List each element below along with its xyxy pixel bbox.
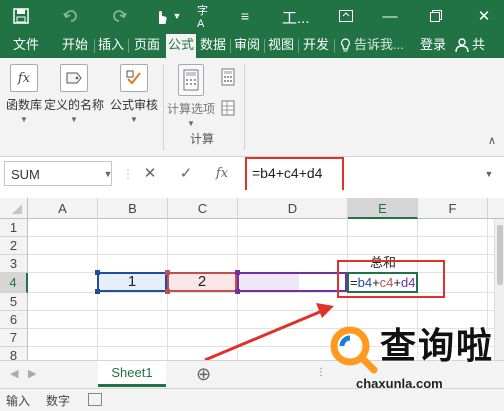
next-sheet-icon[interactable]: ▶	[28, 367, 36, 380]
title-bar: ▼ 字A ≡ 工... — ✕	[0, 0, 504, 32]
formula-bar: SUM ▼ ⋮ ✕ ✓ fx =b4+c4+d4 ▼	[0, 157, 504, 202]
function-library-button[interactable]: fx 函数库 ▼	[4, 64, 44, 124]
chevron-down-icon: ▼	[130, 115, 138, 124]
redo-icon[interactable]	[108, 4, 130, 28]
calculation-options-button[interactable]: 计算选项 ▼	[166, 64, 216, 128]
formula-auditing-label: 公式审核	[109, 98, 158, 112]
previous-sheet-icon[interactable]: ◀	[10, 367, 18, 380]
save-icon[interactable]	[10, 4, 32, 28]
formula-auditing-button[interactable]: 公式审核 ▼	[108, 64, 160, 124]
watermark-brand: 查询啦	[380, 325, 495, 366]
chevron-down-icon: ▼	[187, 119, 195, 128]
watermark-domain: chaxunla.com	[356, 376, 443, 391]
tab-developer[interactable]: 开发	[300, 32, 332, 58]
defined-names-label: 定义的名称	[43, 98, 104, 112]
calculation-options-label: 计算选项	[166, 102, 215, 116]
chevron-down-icon: ▼	[20, 115, 28, 124]
share-button[interactable]: 共	[472, 32, 504, 58]
window-title: 工...	[282, 10, 310, 27]
collapse-ribbon-icon[interactable]: ∧	[486, 134, 498, 147]
calculate-sheet-button[interactable]	[220, 100, 236, 119]
sign-in-link[interactable]: 登录	[418, 32, 448, 58]
font-icon[interactable]: 字A	[197, 4, 215, 30]
tab-data[interactable]: 数据	[198, 32, 228, 58]
customize-quick-access-icon[interactable]: ≡	[238, 4, 252, 28]
name-tag-icon	[60, 64, 88, 92]
chevron-down-icon: ▼	[70, 115, 78, 124]
tab-insert[interactable]: 插入	[96, 32, 126, 58]
lightbulb-icon[interactable]	[338, 32, 352, 58]
tab-review[interactable]: 审阅	[232, 32, 262, 58]
calculation-group-label: 计算	[189, 132, 214, 146]
audit-icon	[120, 64, 148, 92]
watermark-logo: 查询啦 chaxunla.com	[326, 320, 504, 404]
sheet-tab-sheet1[interactable]: Sheet1	[98, 361, 166, 387]
name-box-dropdown-icon[interactable]: ▼	[96, 163, 120, 185]
cancel-button[interactable]: ✕	[138, 163, 162, 185]
ribbon-tabs: 文件 开始 插入 页面 公式 数据 审阅 视图 开发 告诉我... 登录 共	[0, 32, 504, 58]
function-library-label: 函数库	[5, 98, 42, 112]
undo-icon[interactable]	[60, 4, 82, 28]
drag-handle[interactable]: ⋮	[122, 163, 134, 185]
restore-icon[interactable]	[428, 4, 444, 28]
function-icon: fx	[10, 64, 38, 92]
tab-view[interactable]: 视图	[266, 32, 296, 58]
expand-formula-icon[interactable]: ▼	[482, 163, 496, 185]
sheet-options-icon[interactable]: ⋮	[316, 367, 326, 378]
scrollbar-thumb[interactable]	[497, 225, 503, 285]
tab-formulas[interactable]: 公式	[166, 34, 196, 58]
tab-home[interactable]: 开始	[58, 32, 92, 58]
share-person-icon[interactable]	[454, 32, 470, 58]
ribbon-display-icon[interactable]	[338, 4, 354, 28]
close-window-icon[interactable]: ✕	[476, 4, 492, 28]
tab-page-layout[interactable]: 页面	[130, 32, 164, 58]
add-sheet-button[interactable]: ⊕	[196, 364, 211, 384]
touch-mode-icon[interactable]	[152, 4, 170, 28]
tell-me-input[interactable]: 告诉我...	[354, 32, 410, 58]
macro-record-icon[interactable]	[88, 393, 102, 406]
status-num: 数字	[46, 394, 71, 408]
status-mode: 输入	[6, 394, 31, 408]
enter-button[interactable]: ✓	[174, 163, 198, 185]
defined-names-button[interactable]: 定义的名称 ▼	[42, 64, 106, 124]
calculator-icon	[178, 64, 204, 96]
calculate-now-button[interactable]	[220, 68, 236, 89]
minimize-icon[interactable]: —	[382, 4, 398, 28]
insert-function-button[interactable]: fx	[210, 163, 234, 185]
search-magnifier-icon	[330, 326, 378, 374]
tab-file[interactable]: 文件	[6, 32, 46, 58]
ribbon-body: fx 函数库 ▼ 定义的名称 ▼ 公式审核 ▼ 计算选项 ▼ 计算 ∧	[0, 58, 504, 157]
touch-dropdown-icon[interactable]: ▼	[172, 4, 182, 28]
